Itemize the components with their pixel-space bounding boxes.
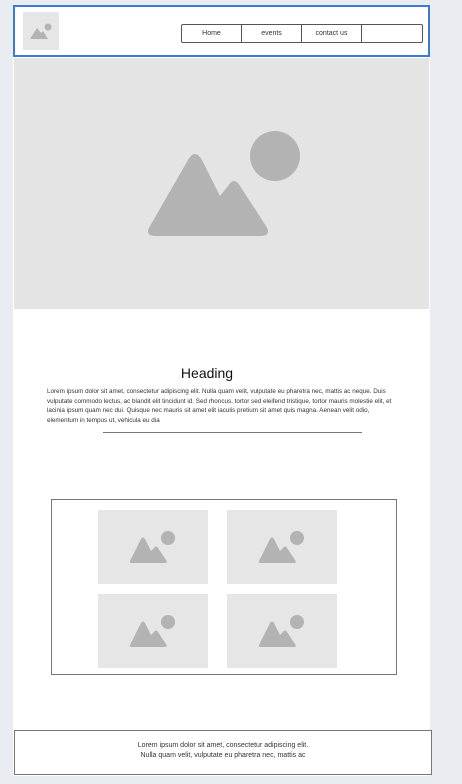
image-placeholder-icon	[258, 531, 304, 563]
image-placeholder-icon	[129, 531, 175, 563]
image-placeholder-icon	[148, 131, 300, 236]
gallery-item[interactable]	[98, 510, 208, 584]
nav-item-contact-us[interactable]: contact us	[302, 25, 362, 42]
image-placeholder-icon	[30, 23, 52, 39]
footer-text-line-1: Lorem ipsum dolor sit amet, consectetur …	[137, 742, 309, 749]
image-placeholder-icon	[258, 615, 304, 647]
nav-bar: Home events contact us	[181, 24, 423, 43]
footer: Lorem ipsum dolor sit amet, consectetur …	[14, 730, 432, 775]
nav-item-home[interactable]: Home	[182, 25, 242, 42]
section-body-text: Lorem ipsum dolor sit amet, consectetur …	[47, 388, 392, 424]
gallery-item[interactable]	[227, 594, 337, 668]
divider	[103, 432, 362, 433]
logo-placeholder	[23, 12, 59, 50]
gallery-item[interactable]	[98, 594, 208, 668]
footer-text-line-2: Nulla quam velit, vulputate eu pharetra …	[140, 751, 306, 759]
header: Home events contact us	[13, 5, 430, 57]
footer-text: Lorem ipsum dolor sit amet, consectetur …	[15, 741, 431, 760]
nav-item-events[interactable]: events	[242, 25, 302, 42]
gallery-item[interactable]	[227, 510, 337, 584]
image-gallery	[51, 499, 397, 675]
hero-image-placeholder	[14, 58, 429, 309]
section-heading: Heading	[180, 365, 234, 381]
nav-item-empty[interactable]	[362, 25, 422, 42]
image-placeholder-icon	[129, 615, 175, 647]
